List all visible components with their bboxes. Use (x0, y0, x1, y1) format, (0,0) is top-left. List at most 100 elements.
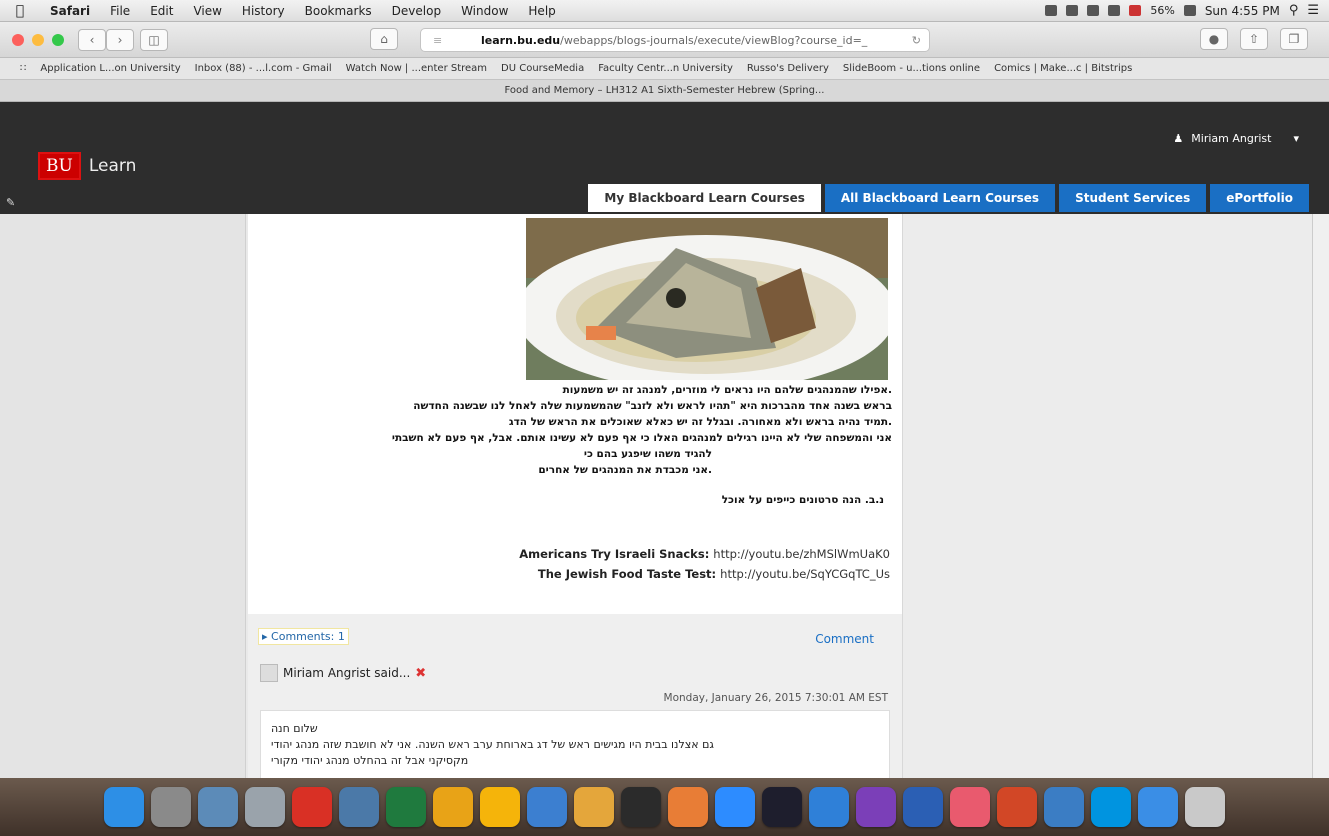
bookmark-item[interactable]: Watch Now | ...enter Stream (346, 63, 487, 74)
close-window-icon[interactable] (12, 33, 24, 46)
user-menu[interactable]: ♟ Miriam Angrist ▾ (1173, 132, 1299, 145)
menubar-clock[interactable]: Sun 4:55 PM (1205, 4, 1280, 18)
bookmark-item[interactable]: Application L...on University (40, 63, 180, 74)
system-preferences-icon[interactable] (151, 787, 191, 827)
tab-my-courses[interactable]: My Blackboard Learn Courses (588, 184, 821, 212)
post-paragraph: .תמיד נהיה בראש ולא מאחורה. ובגלל זה יש … (508, 416, 892, 428)
link-icon[interactable]: ✎ (6, 196, 15, 209)
bookmark-item[interactable]: Comics | Make...c | Bitstrips (994, 63, 1132, 74)
apple-icon[interactable]:  (0, 3, 40, 19)
menu-file[interactable]: File (100, 4, 140, 18)
gmail-icon[interactable] (1045, 5, 1058, 16)
keynote-icon[interactable] (668, 787, 708, 827)
wifi-icon[interactable] (1087, 5, 1100, 16)
comment-line: מקסיקני אבל זה בהחלט מנהג יהודי מקורי (271, 754, 469, 767)
visual-studio-icon[interactable] (856, 787, 896, 827)
forward-button[interactable]: › (106, 28, 134, 51)
word-icon[interactable] (903, 787, 943, 827)
flag-icon[interactable] (1129, 5, 1142, 16)
bluetooth-icon[interactable] (1066, 5, 1079, 16)
bookmark-item[interactable]: Russo's Delivery (747, 63, 829, 74)
launchpad-icon[interactable] (245, 787, 285, 827)
preview-icon[interactable] (198, 787, 238, 827)
skype-icon[interactable] (1091, 787, 1131, 827)
main-nav: My Blackboard Learn Courses All Blackboa… (588, 184, 1309, 212)
back-button[interactable]: ‹ (78, 28, 106, 51)
battery-icon[interactable] (1183, 5, 1196, 16)
fish-head-dish-image (526, 218, 888, 380)
powerpoint-icon[interactable] (997, 787, 1037, 827)
bookmark-item[interactable]: DU CourseMedia (501, 63, 584, 74)
menu-history[interactable]: History (232, 4, 295, 18)
tab-student-services[interactable]: Student Services (1059, 184, 1207, 212)
acrobat-icon[interactable] (292, 787, 332, 827)
pages-icon[interactable] (574, 787, 614, 827)
blog-post: .אפילו שהמנהגים שלהם היו נראים לי מוזרים… (248, 214, 902, 614)
comments-toggle[interactable]: ▸ Comments: 1 (258, 628, 349, 645)
image-capture-icon[interactable] (339, 787, 379, 827)
chrome-icon[interactable] (433, 787, 473, 827)
delete-comment-icon[interactable]: ✖ (415, 666, 426, 681)
left-sidebar (0, 214, 246, 778)
downloads-button[interactable]: ● (1200, 28, 1228, 50)
screen-sharing-icon[interactable] (1044, 787, 1084, 827)
user-name[interactable]: Miriam Angrist (1191, 132, 1271, 145)
trash-icon[interactable] (1185, 787, 1225, 827)
menu-view[interactable]: View (183, 4, 231, 18)
dashboard-icon[interactable] (762, 787, 802, 827)
mail-icon[interactable] (1138, 787, 1178, 827)
tab-all-courses[interactable]: All Blackboard Learn Courses (824, 184, 1056, 212)
finder-icon[interactable] (104, 787, 144, 827)
menu-app-safari[interactable]: Safari (40, 4, 100, 18)
video-link-row: Americans Try Israeli Snacks: http://you… (519, 547, 890, 561)
comment-button[interactable]: Comment (815, 632, 874, 646)
comment-line: שלום חנה (271, 722, 318, 735)
bu-learn-logo[interactable]: BU Learn (38, 152, 136, 180)
bookmark-item[interactable]: Faculty Centr...n University (598, 63, 733, 74)
share-button[interactable]: ⇧ (1240, 28, 1268, 50)
zoom-icon[interactable] (715, 787, 755, 827)
post-paragraph: אני והמשפחה שלי לא היינו רגילים למנהגים … (391, 432, 892, 444)
video-link-url[interactable]: http://youtu.be/zhMSlWmUaK0 (713, 547, 890, 561)
bookmark-item[interactable]: SlideBoom - u...tions online (843, 63, 980, 74)
opera-icon[interactable] (480, 787, 520, 827)
menu-develop[interactable]: Develop (382, 4, 451, 18)
home-button[interactable]: ⌂ (370, 28, 398, 50)
app-store-icon[interactable] (527, 787, 567, 827)
bookmarks-bar: ∷ Application L...on University Inbox (8… (0, 58, 1329, 80)
menu-bookmarks[interactable]: Bookmarks (295, 4, 382, 18)
comment-date: Monday, January 26, 2015 7:30:01 AM EST (663, 692, 888, 704)
menu-window[interactable]: Window (451, 4, 518, 18)
address-bar[interactable]: ≡ learn.bu.edu /webapps/blogs-journals/e… (420, 28, 930, 52)
tab-eportfolio[interactable]: ePortfolio (1210, 184, 1309, 212)
top-sites-icon[interactable]: ∷ (20, 63, 26, 74)
tab-active[interactable]: Food and Memory – LH312 A1 Sixth-Semeste… (505, 85, 825, 96)
sidebar-button[interactable]: ◫ (140, 28, 168, 51)
photos-icon[interactable] (950, 787, 990, 827)
video-link-label: Americans Try Israeli Snacks (519, 547, 705, 561)
volume-icon[interactable] (1108, 5, 1121, 16)
reader-icon[interactable]: ≡ (433, 34, 442, 47)
post-paragraph: .אפילו שהמנהגים שלהם היו נראים לי מוזרים… (562, 384, 892, 396)
menu-edit[interactable]: Edit (140, 4, 183, 18)
safari-icon[interactable] (809, 787, 849, 827)
learn-logo-text: Learn (88, 156, 137, 176)
zoom-window-icon[interactable] (52, 33, 64, 46)
reload-icon[interactable]: ↻ (912, 34, 921, 47)
tabs-overview-button[interactable]: ❐ (1280, 28, 1308, 50)
video-link-row: The Jewish Food Taste Test: http://youtu… (537, 567, 890, 581)
chevron-down-icon[interactable]: ▾ (1293, 132, 1299, 145)
comment-author: Miriam Angrist said... (283, 666, 411, 680)
minimize-window-icon[interactable] (32, 33, 44, 46)
excel-icon[interactable] (386, 787, 426, 827)
page-scrollbar[interactable] (1312, 214, 1329, 778)
quicktime-icon[interactable] (621, 787, 661, 827)
battery-percent[interactable]: 56% (1150, 4, 1174, 17)
avatar (260, 664, 278, 682)
video-link-url[interactable]: http://youtu.be/SqYCGqTC_Us (720, 567, 890, 581)
bookmark-item[interactable]: Inbox (88) - ...l.com - Gmail (195, 63, 332, 74)
post-body: .אפילו שהמנהגים שלהם היו נראים לי מוזרים… (252, 382, 892, 508)
spotlight-icon[interactable]: ⚲ (1289, 3, 1299, 18)
notification-center-icon[interactable]: ☰ (1307, 3, 1319, 18)
menu-help[interactable]: Help (518, 4, 565, 18)
